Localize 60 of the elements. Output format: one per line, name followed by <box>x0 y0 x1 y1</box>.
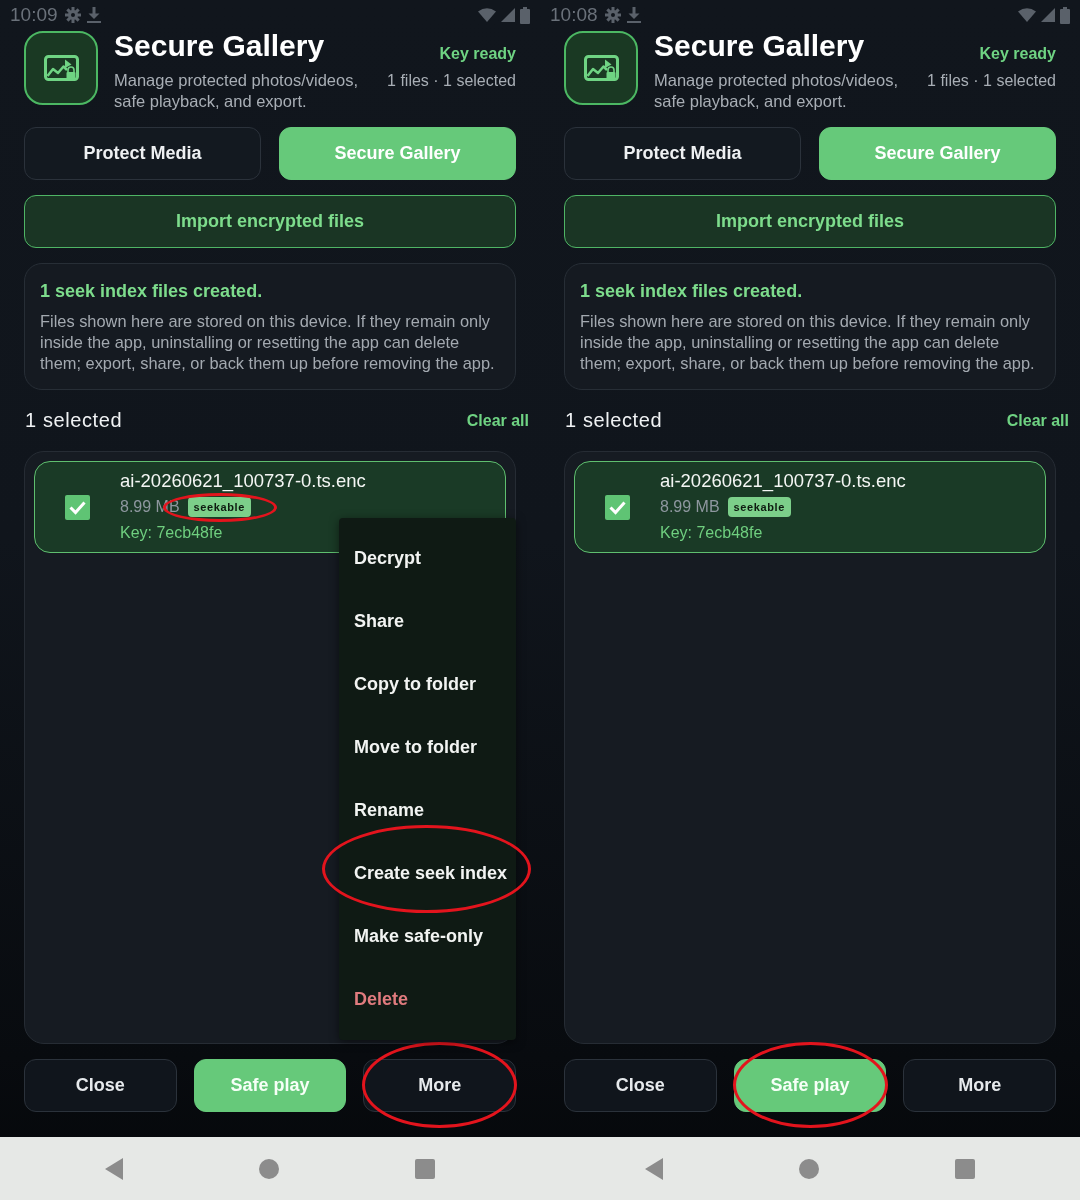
file-tag: seekable <box>187 497 251 517</box>
clear-all-link[interactable]: Clear all <box>1006 411 1069 430</box>
app-subtitle: Manage protected photos/videos, safe playback, and export. <box>654 70 899 112</box>
home-icon[interactable] <box>259 1158 279 1179</box>
notice-text: Files shown here are stored on this device. If they remain only inside the app, uninstalling or resetting the app can delete them; export, share, or back them up before removing the app. <box>40 311 496 374</box>
import-button[interactable]: Import encrypted files <box>24 195 516 248</box>
action-button[interactable]: More <box>363 1059 516 1112</box>
home-icon[interactable] <box>799 1158 819 1179</box>
notice-text: Files shown here are stored on this device. If they remain only inside the app, uninstalling or resetting the app can delete them; export, share, or back them up before removing the app. <box>580 311 1036 374</box>
action-button[interactable]: More <box>903 1059 1056 1112</box>
notice-title: 1 seek index files created. <box>580 280 804 303</box>
menu-item[interactable]: Rename <box>339 779 516 842</box>
signal-icon <box>501 8 515 22</box>
menu-item[interactable]: Delete <box>339 968 516 1031</box>
file-name: ai-20260621_100737-0.ts.enc <box>120 470 366 492</box>
clear-all-link[interactable]: Clear all <box>466 411 529 430</box>
battery-icon <box>1060 6 1070 24</box>
file-count: 1 files · 1 selected <box>387 71 516 91</box>
action-button[interactable]: Close <box>24 1059 177 1112</box>
menu-item[interactable]: Make safe-only <box>339 905 516 968</box>
app-title: Secure Gallery <box>114 30 326 62</box>
status-time: 10:08 <box>550 4 598 26</box>
status-time: 10:09 <box>10 4 58 26</box>
image-lock-icon <box>24 31 98 105</box>
selection-count: 1 selected <box>565 409 663 432</box>
settings-icon <box>64 7 81 23</box>
file-size: 8.99 MB <box>660 498 720 516</box>
key-status: Key ready <box>979 44 1056 64</box>
file-card[interactable]: ai-20260621_100737-0.ts.enc 8.99 MB seekable Key: 7ecb48fe <box>574 461 1046 553</box>
image-lock-icon <box>564 31 638 105</box>
import-button[interactable]: Import encrypted files <box>564 195 1056 248</box>
menu-item[interactable]: Copy to folder <box>339 653 516 716</box>
checkbox[interactable] <box>65 494 90 520</box>
download-icon <box>85 7 102 23</box>
menu-item[interactable]: Move to folder <box>339 716 516 779</box>
app-title: Secure Gallery <box>654 30 866 62</box>
file-tag: seekable <box>727 497 791 517</box>
recents-icon[interactable] <box>955 1158 975 1179</box>
action-button[interactable]: Close <box>564 1059 717 1112</box>
menu-item[interactable]: Share <box>339 590 516 653</box>
download-icon <box>625 7 642 23</box>
wifi-icon <box>1018 8 1036 22</box>
menu-item[interactable]: Create seek index <box>339 842 516 905</box>
signal-icon <box>1041 8 1055 22</box>
selection-count: 1 selected <box>25 409 123 432</box>
checkbox[interactable] <box>605 494 630 520</box>
file-key: Key: 7ecb48fe <box>660 522 906 544</box>
recents-icon[interactable] <box>415 1158 435 1179</box>
tab[interactable]: Protect Media <box>564 127 801 180</box>
file-count: 1 files · 1 selected <box>927 71 1056 91</box>
notice-title: 1 seek index files created. <box>40 280 264 303</box>
back-icon[interactable] <box>645 1157 663 1180</box>
key-status: Key ready <box>439 44 516 64</box>
back-icon[interactable] <box>105 1157 123 1180</box>
file-name: ai-20260621_100737-0.ts.enc <box>660 470 906 492</box>
tab[interactable]: Protect Media <box>24 127 261 180</box>
app-subtitle: Manage protected photos/videos, safe playback, and export. <box>114 70 359 112</box>
battery-icon <box>520 6 530 24</box>
wifi-icon <box>478 8 496 22</box>
settings-icon <box>604 7 621 23</box>
